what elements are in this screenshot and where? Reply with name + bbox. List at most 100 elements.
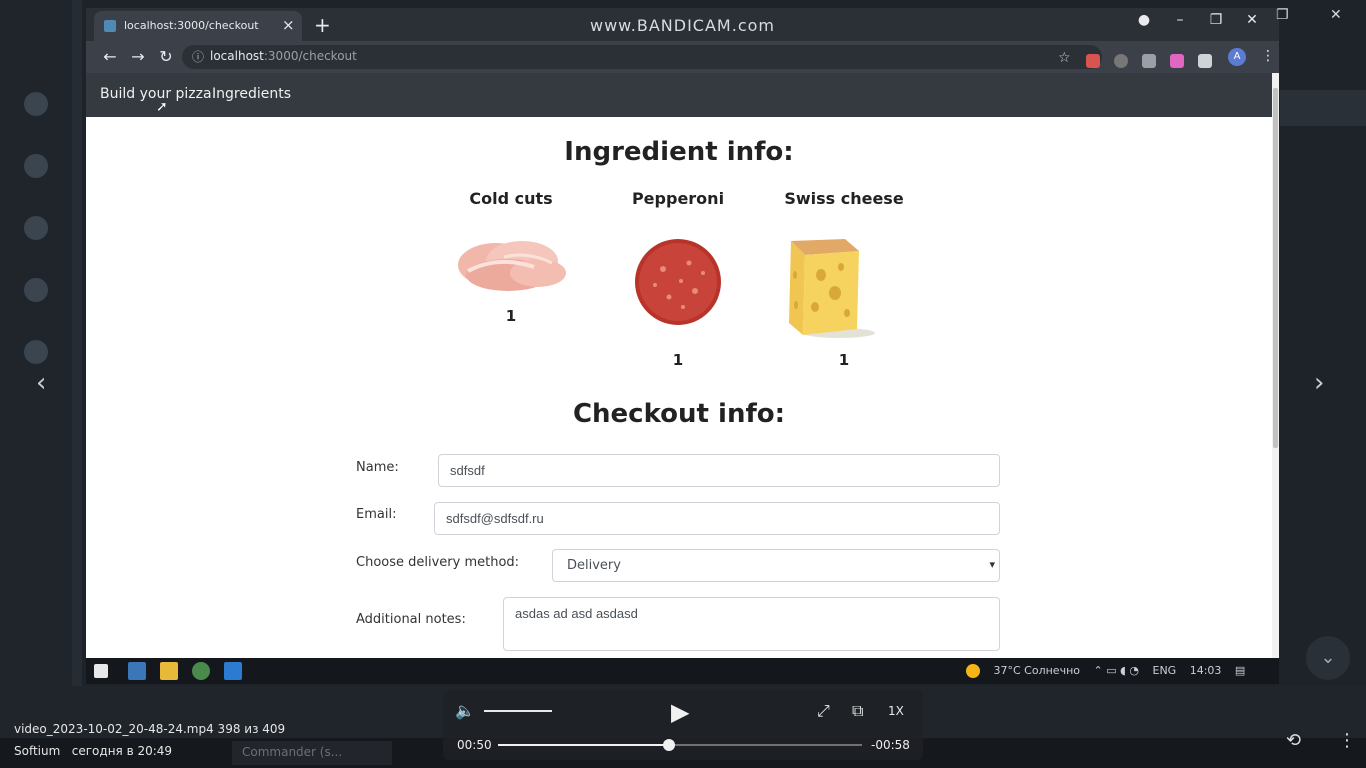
name-input[interactable] [438, 454, 1000, 487]
nav-link-ingredients[interactable]: Ingredients [212, 86, 291, 102]
seek-bar-handle[interactable] [663, 739, 676, 751]
notes-label: Additional notes: [356, 612, 466, 627]
bookmark-star-icon[interactable]: ☆ [1058, 50, 1071, 66]
email-label: Email: [356, 507, 397, 522]
seek-bar-progress [498, 744, 670, 746]
extension-icon[interactable] [1170, 53, 1184, 68]
forward-icon[interactable]: → [124, 47, 152, 66]
app-icon[interactable] [128, 662, 146, 680]
scrollbar-thumb[interactable] [1273, 88, 1278, 448]
folder-icon[interactable] [160, 662, 178, 680]
app-navbar: Build your pizza Ingredients [86, 73, 1272, 117]
back-icon[interactable]: ← [96, 47, 124, 66]
delivery-method-value: Delivery [567, 558, 621, 573]
tray-icons: ⌃ ▭ ◖ ◔ [1093, 664, 1140, 677]
sidebar-folder-other[interactable] [0, 340, 72, 368]
extension-icons [1086, 50, 1226, 69]
ingredient-name: Swiss cheese [784, 189, 904, 208]
close-viewer-icon[interactable]: ✕ [1330, 7, 1342, 23]
email-input[interactable] [434, 502, 1000, 535]
mouse-cursor-icon: ➚ [156, 99, 168, 115]
user-icon [24, 154, 48, 178]
minimize-icon[interactable]: – [1162, 12, 1198, 28]
weather-text: 37°C Солнечно [993, 664, 1081, 677]
recorded-windows-taskbar: 37°C Солнечно ⌃ ▭ ◖ ◔ ENG 14:03 ▤ [86, 658, 1279, 684]
restore-icon[interactable]: ❐ [1198, 12, 1234, 28]
picture-in-picture-icon[interactable]: ⧉ [852, 701, 863, 721]
ingredient-card: Pepperoni 1 [595, 189, 761, 369]
ingredient-card: Swiss cheese 1 [761, 189, 927, 369]
swiss-cheese-image [789, 239, 875, 338]
language-indicator[interactable]: ENG [1153, 664, 1177, 677]
ingredient-count: 1 [838, 351, 850, 369]
more-options-icon[interactable]: ⋮ [1338, 730, 1356, 751]
scroll-down-button[interactable]: ⌄ [1306, 636, 1350, 680]
extension-icon[interactable] [1086, 53, 1100, 68]
playback-speed[interactable]: 1X [888, 704, 904, 718]
briefcase-icon [24, 340, 48, 364]
volume-icon[interactable]: 🔈 [455, 701, 475, 720]
ingredient-count: 1 [505, 307, 517, 325]
remaining-time: -00:58 [871, 738, 910, 752]
extension-icon[interactable] [1114, 53, 1128, 68]
ingredient-name: Cold cuts [469, 189, 553, 208]
bot-icon [24, 278, 48, 302]
ingredient-count: 1 [672, 351, 684, 369]
reload-icon[interactable]: ↻ [152, 47, 180, 66]
video-player-controls: 🔈 ▶ ⤢ ⧉ 1X 00:50 -00:58 [443, 690, 923, 760]
taskbar-task-commander[interactable]: Commander (s... [232, 741, 392, 765]
windows-start-icon[interactable] [94, 664, 108, 678]
browser-toolbar: ← → ↻ ⓘ localhost:3000/checkout ☆ A ⋮ [86, 41, 1279, 73]
extension-icon[interactable] [1142, 53, 1156, 68]
chevron-down-icon: ▾ [989, 558, 995, 571]
rotate-icon[interactable]: ⟲ [1286, 730, 1301, 751]
checkout-title: Checkout info: [572, 399, 786, 429]
vscode-icon[interactable] [224, 662, 242, 680]
cold-cuts-image [458, 241, 566, 291]
profile-avatar[interactable]: A [1228, 48, 1246, 66]
sidebar-folder-all[interactable] [0, 92, 72, 120]
sidebar-folder-groups[interactable] [0, 216, 72, 244]
name-label: Name: [356, 460, 399, 475]
seek-bar[interactable] [498, 739, 862, 751]
bandicam-watermark: www.BANDICAM.com [590, 16, 775, 35]
notifications-icon[interactable]: ▤ [1235, 664, 1245, 677]
ingredients-title: Ingredient info: [564, 137, 794, 167]
record-icon[interactable]: ● [1126, 12, 1162, 28]
previous-media-icon[interactable]: ‹ [36, 368, 46, 398]
clock[interactable]: 14:03 [1190, 664, 1222, 677]
media-sender-info: Softium сегодня в 20:49 [14, 744, 172, 758]
weather-sun-icon [966, 664, 980, 678]
pepperoni-image [635, 239, 721, 325]
next-media-icon[interactable]: › [1314, 368, 1324, 398]
notes-textarea[interactable]: asdas ad asd asdasd [503, 597, 1000, 651]
chrome-icon[interactable] [192, 662, 210, 680]
close-window-icon[interactable]: ✕ [1234, 12, 1270, 28]
telegram-chat-list-edge [72, 0, 82, 768]
fullscreen-icon[interactable]: ⤢ [817, 701, 830, 721]
puzzle-icon[interactable] [1198, 53, 1212, 68]
ingredient-name: Pepperoni [631, 189, 725, 208]
telegram-pinned-bar [1280, 90, 1366, 126]
restore-icon[interactable]: ❐ [1276, 7, 1289, 23]
sidebar-folder-contacts[interactable] [0, 154, 72, 182]
sent-time: сегодня в 20:49 [71, 744, 173, 758]
chat-icon [24, 92, 48, 116]
url-text: localhost:3000/checkout [210, 49, 357, 63]
media-file-info: video_2023-10-02_20-48-24.mp4 398 из 409 [14, 722, 286, 736]
system-tray: 37°C Солнечно ⌃ ▭ ◖ ◔ ENG 14:03 ▤ [966, 664, 1255, 678]
play-icon[interactable]: ▶ [671, 698, 689, 726]
group-icon [24, 216, 48, 240]
volume-slider[interactable] [484, 710, 552, 712]
recorded-browser-window: localhost:3000/checkout × + www.BANDICAM… [86, 8, 1279, 684]
info-icon[interactable]: ⓘ [192, 48, 204, 65]
window-controls: ● – ❐ ✕ [1126, 12, 1270, 28]
nav-buttons: ← → ↻ [96, 47, 180, 66]
current-time: 00:50 [457, 738, 492, 752]
ingredient-card: Cold cuts 1 [428, 189, 594, 329]
delivery-method-label: Choose delivery method: [356, 555, 520, 570]
sidebar-folder-bots[interactable] [0, 278, 72, 306]
address-bar[interactable]: ⓘ localhost:3000/checkout [182, 45, 1102, 69]
delivery-method-select[interactable]: Delivery ▾ [552, 549, 1000, 582]
menu-kebab-icon[interactable]: ⋮ [1261, 48, 1275, 64]
